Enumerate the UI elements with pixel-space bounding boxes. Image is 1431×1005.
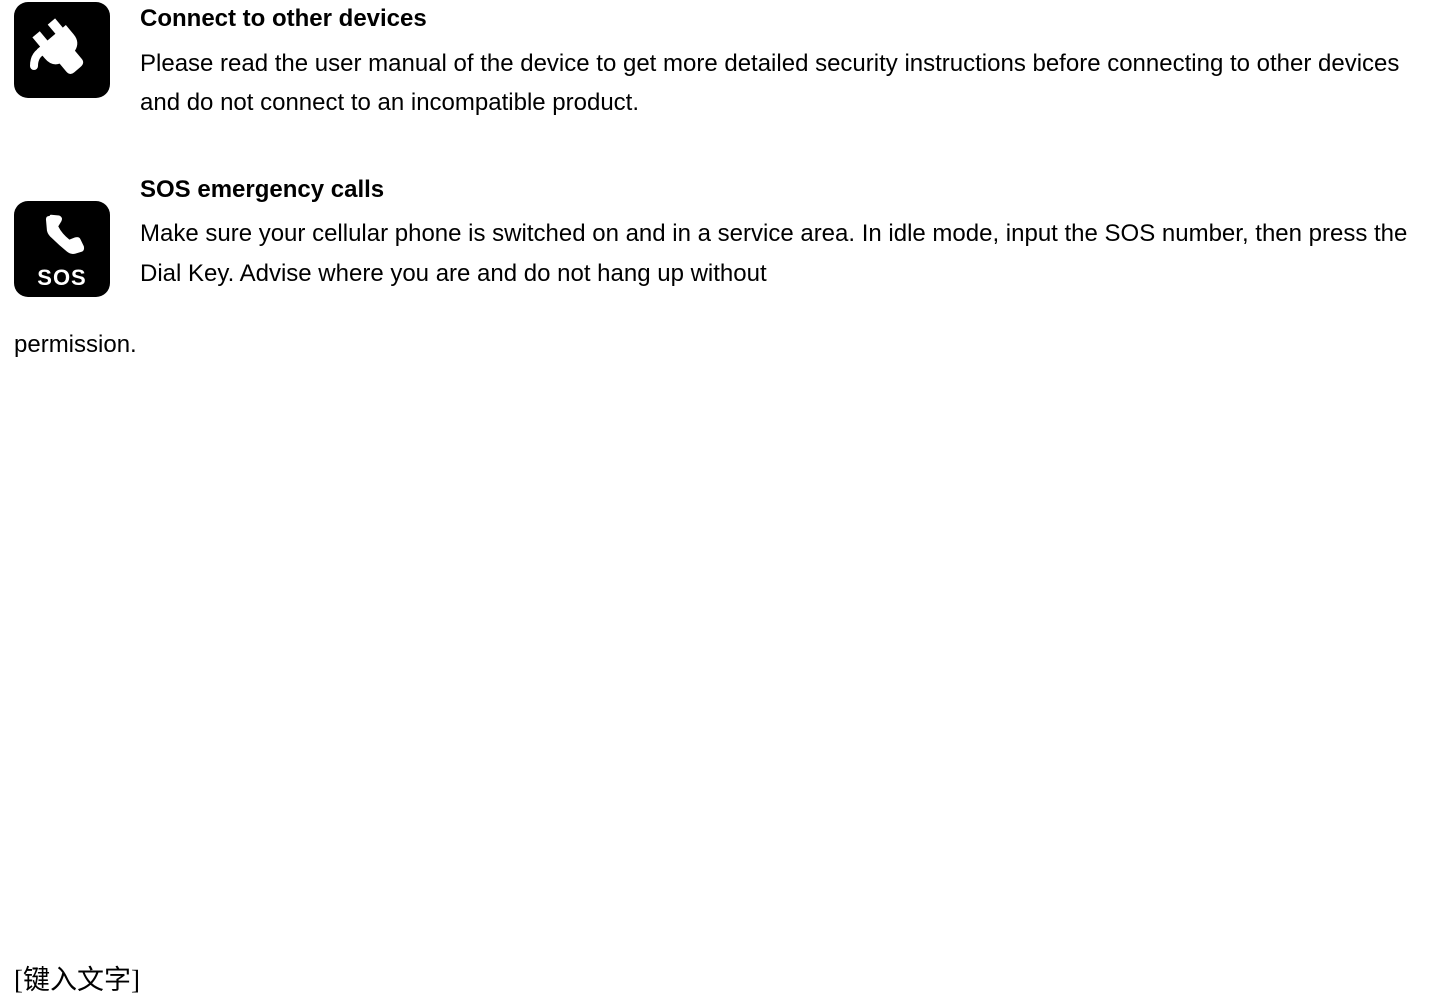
sos-phone-icon: SOS [14,201,110,297]
section-body-part1: Make sure your cellular phone is switche… [140,214,1421,293]
section-connect-devices: Connect to other devices Please read the… [0,0,1431,123]
section-heading: Connect to other devices [140,2,1421,36]
section-content: Connect to other devices Please read the… [140,2,1431,123]
section-body-part2: permission. [0,325,1431,365]
section-body: Please read the user manual of the devic… [140,44,1421,123]
sos-icon-label: SOS [14,265,110,291]
section-heading: SOS emergency calls [140,173,1421,207]
section-sos-calls: SOS SOS emergency calls Make sure your c… [0,153,1431,297]
footer-text: [键入文字] [14,958,140,997]
plug-icon [14,2,110,98]
plug-icon-svg [22,10,102,90]
section-content: SOS emergency calls Make sure your cellu… [140,173,1431,294]
